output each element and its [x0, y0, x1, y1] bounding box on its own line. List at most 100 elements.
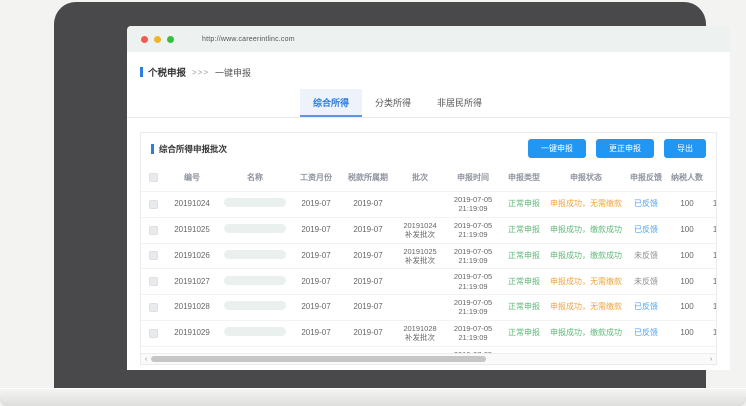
cell-feedback: 已反馈 — [625, 217, 667, 243]
table-header-row: 编号名称工资月份税款所属期批次申报时间申报类型申报状态申报反馈纳税人数 — [141, 164, 717, 192]
cell-tax-period: 2019-07 — [341, 320, 395, 346]
cell-batch: 20191028补发批次 — [395, 320, 445, 346]
tab-nonresident-income[interactable]: 非居民所得 — [424, 89, 495, 117]
row-checkbox-cell — [141, 217, 165, 243]
row-checkbox-cell — [141, 192, 165, 218]
scrollbar-thumb[interactable] — [151, 356, 486, 362]
column-header: 申报反馈 — [625, 164, 667, 192]
browser-address-bar: http://www.careerintlinc.com — [127, 26, 730, 52]
cell-clipped: 11 — [707, 320, 717, 346]
scroll-left-icon[interactable]: ‹ — [142, 355, 150, 364]
cell-id: 20191028 — [165, 295, 219, 321]
column-header: 纳税人数 — [667, 164, 707, 192]
cell-batch — [395, 269, 445, 295]
cell-batch — [395, 192, 445, 218]
table-row: 20191028 2019-072019-07 2019-07-0521:19:09… — [141, 295, 717, 321]
row-checkbox[interactable] — [149, 277, 158, 286]
name-placeholder — [224, 327, 286, 336]
cell-type: 正常申报 — [501, 269, 547, 295]
cell-status: 申报成功，无需缴款 — [547, 295, 625, 321]
column-header: 批次 — [395, 164, 445, 192]
column-header: 工资月份 — [291, 164, 341, 192]
window-minimize-icon[interactable] — [154, 36, 161, 43]
correction-filing-button[interactable]: 更正申报 — [596, 139, 654, 158]
laptop-screen-bezel: http://www.careerintlinc.com 个税申报 >>> 一键… — [54, 2, 706, 388]
tabs: 综合所得分类所得非居民所得 — [300, 89, 730, 117]
cell-status: 申报成功，无需缴款 — [547, 269, 625, 295]
cell-filing-time: 2019-07-0521:19:09 — [445, 243, 501, 269]
row-checkbox-cell — [141, 269, 165, 295]
breadcrumb: 个税申报 >>> 一键申报 — [127, 52, 730, 79]
cell-batch: 20191025补发批次 — [395, 243, 445, 269]
cell-feedback: 未反馈 — [625, 243, 667, 269]
cell-clipped: 11 — [707, 243, 717, 269]
cell-salary-month: 2019-07 — [291, 320, 341, 346]
browser-window: http://www.careerintlinc.com 个税申报 >>> 一键… — [127, 26, 730, 370]
one-click-filing-button[interactable]: 一键申报 — [528, 139, 586, 158]
export-button[interactable]: 导出 — [664, 139, 706, 158]
url-text[interactable]: http://www.careerintlinc.com — [202, 36, 295, 43]
cell-name — [219, 269, 291, 295]
panel-accent-bar — [151, 144, 154, 154]
column-header: 申报状态 — [547, 164, 625, 192]
name-placeholder — [224, 198, 286, 207]
cell-name — [219, 217, 291, 243]
tab-comprehensive-income[interactable]: 综合所得 — [300, 89, 362, 117]
cell-type: 正常申报 — [501, 217, 547, 243]
name-placeholder — [224, 301, 286, 310]
cell-salary-month: 2019-07 — [291, 269, 341, 295]
cell-type: 正常申报 — [501, 192, 547, 218]
batch-list-panel: 综合所得申报批次 一键申报更正申报导出 编号名称工资月份税款所属期批次 — [140, 132, 717, 365]
row-checkbox-cell — [141, 320, 165, 346]
cell-clipped: 11 — [707, 295, 717, 321]
cell-taxpayers: 100 — [667, 192, 707, 218]
breadcrumb-section: 个税申报 — [148, 65, 186, 79]
cell-salary-month: 2019-07 — [291, 295, 341, 321]
page-content: 个税申报 >>> 一键申报 综合所得分类所得非居民所得 综合所得申报批次 一键申… — [127, 52, 730, 370]
row-checkbox-cell — [141, 243, 165, 269]
column-header: 编号 — [165, 164, 219, 192]
cell-id: 20191025 — [165, 217, 219, 243]
cell-batch: 20191024补发批次 — [395, 217, 445, 243]
cell-taxpayers: 100 — [667, 295, 707, 321]
cell-batch — [395, 295, 445, 321]
row-checkbox[interactable] — [149, 226, 158, 235]
window-close-icon[interactable] — [141, 36, 148, 43]
name-placeholder — [224, 250, 286, 259]
horizontal-scrollbar[interactable]: ‹ › — [141, 353, 716, 364]
table-row: 201910242019-072019-072019-07-0521:19:09… — [141, 192, 717, 218]
panel-header: 综合所得申报批次 一键申报更正申报导出 — [141, 133, 716, 164]
cell-feedback: 已反馈 — [625, 320, 667, 346]
row-checkbox[interactable] — [149, 329, 158, 338]
cell-feedback: 未反馈 — [625, 269, 667, 295]
cell-id: 20191024 — [165, 192, 219, 218]
batch-table: 编号名称工资月份税款所属期批次申报时间申报类型申报状态申报反馈纳税人数 2019… — [141, 164, 717, 365]
row-checkbox[interactable] — [149, 200, 158, 209]
cell-taxpayers: 100 — [667, 217, 707, 243]
cell-feedback: 已反馈 — [625, 192, 667, 218]
select-all-checkbox[interactable] — [149, 173, 158, 182]
table-row: 201910272019-072019-072019-07-0521:19:09… — [141, 269, 717, 295]
cell-tax-period: 2019-07 — [341, 243, 395, 269]
window-maximize-icon[interactable] — [167, 36, 174, 43]
column-header — [707, 164, 717, 192]
row-checkbox[interactable] — [149, 251, 158, 260]
cell-status: 申报成功，缴款成功 — [547, 243, 625, 269]
scroll-right-icon[interactable]: › — [707, 355, 715, 364]
table-row: 201910252019-072019-0720191024补发批次2019-0… — [141, 217, 717, 243]
cell-name — [219, 243, 291, 269]
cell-filing-time: 2019-07-0521:19:09 — [445, 295, 501, 321]
cell-tax-period: 2019-07 — [341, 217, 395, 243]
cell-taxpayers: 100 — [667, 269, 707, 295]
breadcrumb-accent-bar — [140, 67, 143, 77]
table-row: 201910262019-072019-0720191025补发批次2019-0… — [141, 243, 717, 269]
row-checkbox[interactable] — [149, 303, 158, 312]
laptop-base — [0, 388, 746, 406]
cell-tax-period: 2019-07 — [341, 295, 395, 321]
panel-actions: 一键申报更正申报导出 — [528, 139, 706, 158]
tab-classified-income[interactable]: 分类所得 — [362, 89, 424, 117]
cell-id: 20191026 — [165, 243, 219, 269]
table-body: 201910242019-072019-072019-07-0521:19:09… — [141, 192, 717, 366]
cell-filing-time: 2019-07-0521:19:09 — [445, 192, 501, 218]
cell-type: 正常申报 — [501, 320, 547, 346]
